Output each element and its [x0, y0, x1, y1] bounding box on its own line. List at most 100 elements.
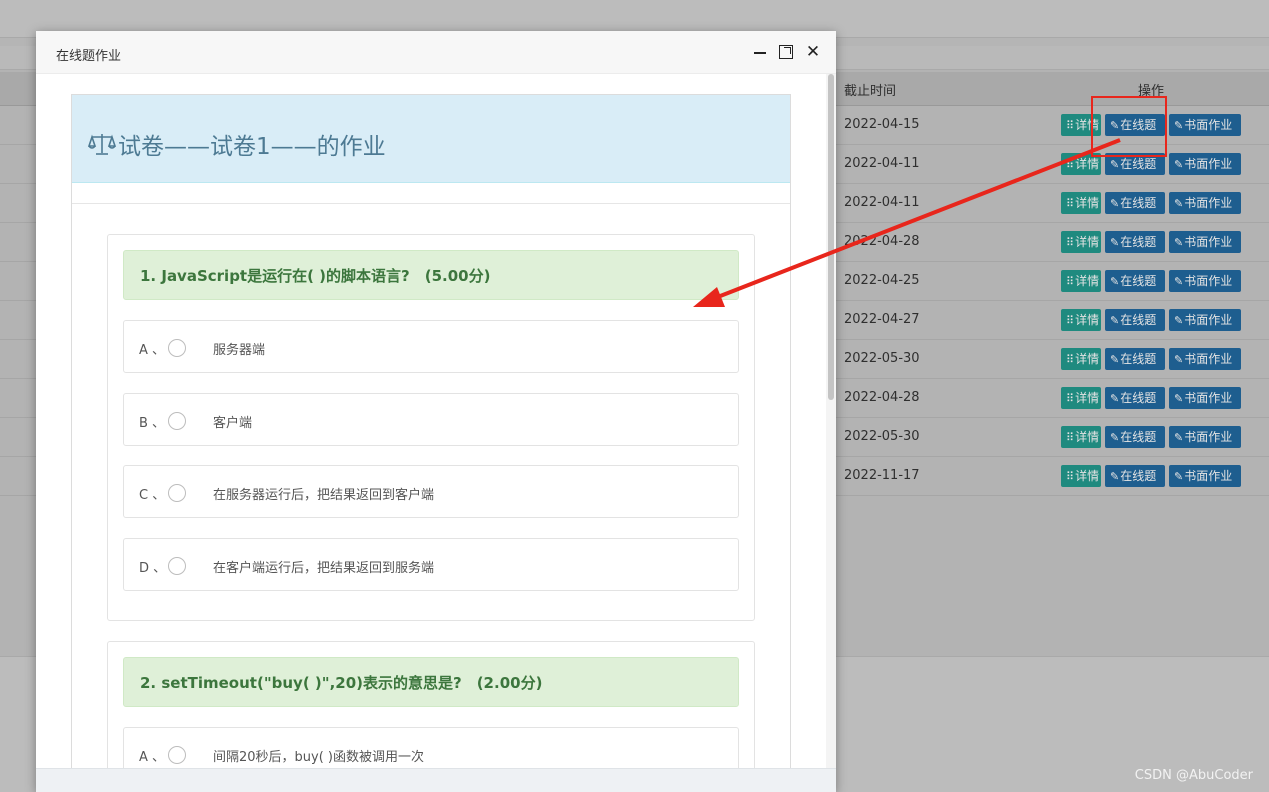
- online-questions-button[interactable]: ✎在线题: [1105, 387, 1165, 409]
- deadline-cell: 2022-04-11: [844, 156, 920, 171]
- option-radio[interactable]: [168, 412, 186, 430]
- written-homework-button[interactable]: ✎书面作业: [1169, 192, 1241, 214]
- option-c[interactable]: C 、 在服务器运行后，把结果返回到客户端: [123, 465, 739, 518]
- button-label: 书面作业: [1184, 157, 1233, 171]
- deadline-cell: 2022-04-28: [844, 390, 920, 405]
- deadline-cell: 2022-04-25: [844, 273, 920, 288]
- edit-icon: ✎: [1174, 353, 1184, 366]
- online-questions-button[interactable]: ✎在线题: [1105, 309, 1165, 331]
- edit-icon: ✎: [1174, 431, 1184, 444]
- written-homework-button[interactable]: ✎书面作业: [1169, 348, 1241, 370]
- button-label: 书面作业: [1184, 118, 1233, 132]
- written-homework-button[interactable]: ✎书面作业: [1169, 387, 1241, 409]
- option-a[interactable]: A 、 服务器端: [123, 320, 739, 373]
- detail-button[interactable]: ⠿详情: [1061, 348, 1101, 370]
- button-label: 在线题: [1120, 274, 1157, 288]
- edit-icon: ✎: [1110, 197, 1120, 210]
- written-homework-button[interactable]: ✎书面作业: [1169, 270, 1241, 292]
- online-homework-modal: 在线题作业 ✕ 试卷——试卷1——的作业 1. JavaScript是运行在(…: [36, 31, 836, 792]
- written-homework-button[interactable]: ✎书面作业: [1169, 309, 1241, 331]
- option-letter: A 、: [139, 750, 166, 765]
- close-icon[interactable]: ✕: [805, 44, 821, 61]
- question-text: 2. setTimeout("buy( )",20)表示的意思是? (2.00分…: [140, 674, 543, 692]
- modal-scrollbar[interactable]: [826, 74, 836, 768]
- detail-button[interactable]: ⠿详情: [1061, 270, 1101, 292]
- edit-icon: ✎: [1174, 197, 1184, 210]
- modal-footer: [36, 768, 836, 792]
- edit-icon: ✎: [1110, 392, 1120, 405]
- button-label: 详情: [1075, 391, 1100, 405]
- online-questions-button[interactable]: ✎在线题: [1105, 192, 1165, 214]
- written-homework-button[interactable]: ✎书面作业: [1169, 231, 1241, 253]
- detail-icon: ⠿: [1066, 392, 1075, 405]
- detail-icon: ⠿: [1066, 158, 1075, 171]
- option-letter: A 、: [139, 343, 166, 358]
- online-questions-button[interactable]: ✎在线题: [1105, 231, 1165, 253]
- option-text: 客户端: [213, 416, 253, 431]
- button-label: 详情: [1075, 274, 1100, 288]
- detail-button[interactable]: ⠿详情: [1061, 387, 1101, 409]
- minimize-icon[interactable]: [752, 44, 768, 60]
- row-actions: ⠿详情 ✎在线题 ✎书面作业: [1061, 231, 1241, 253]
- edit-icon: ✎: [1110, 431, 1120, 444]
- scrollbar-thumb[interactable]: [828, 74, 834, 400]
- option-letter: B 、: [139, 416, 166, 431]
- button-label: 在线题: [1120, 469, 1157, 483]
- option-radio[interactable]: [168, 746, 186, 764]
- option-text: 服务器端: [213, 343, 266, 358]
- panel-divider: [72, 203, 790, 204]
- detail-icon: ⠿: [1066, 197, 1075, 210]
- option-radio[interactable]: [168, 484, 186, 502]
- option-d[interactable]: D 、 在客户端运行后，把结果返回到服务端: [123, 538, 739, 591]
- exam-panel: 试卷——试卷1——的作业 1. JavaScript是运行在( )的脚本语言? …: [71, 94, 791, 768]
- edit-icon: ✎: [1174, 470, 1184, 483]
- button-label: 详情: [1075, 469, 1100, 483]
- written-homework-button[interactable]: ✎书面作业: [1169, 114, 1241, 136]
- row-actions: ⠿详情 ✎在线题 ✎书面作业: [1061, 270, 1241, 292]
- detail-icon: ⠿: [1066, 236, 1075, 249]
- detail-button[interactable]: ⠿详情: [1061, 309, 1101, 331]
- detail-button[interactable]: ⠿详情: [1061, 426, 1101, 448]
- deadline-cell: 2022-05-30: [844, 351, 920, 366]
- row-actions: ⠿详情 ✎在线题 ✎书面作业: [1061, 192, 1241, 214]
- question-card: 2. setTimeout("buy( )",20)表示的意思是? (2.00分…: [107, 641, 755, 768]
- option-text: 间隔20秒后，buy( )函数被调用一次: [213, 750, 425, 765]
- annotation-highlight-box: [1091, 96, 1167, 157]
- online-questions-button[interactable]: ✎在线题: [1105, 465, 1165, 487]
- written-homework-button[interactable]: ✎书面作业: [1169, 426, 1241, 448]
- edit-icon: ✎: [1110, 236, 1120, 249]
- detail-icon: ⠿: [1066, 431, 1075, 444]
- detail-button[interactable]: ⠿详情: [1061, 192, 1101, 214]
- button-label: 详情: [1075, 313, 1100, 327]
- option-a[interactable]: A 、 间隔20秒后，buy( )函数被调用一次: [123, 727, 739, 768]
- detail-button[interactable]: ⠿详情: [1061, 465, 1101, 487]
- edit-icon: ✎: [1110, 275, 1120, 288]
- watermark: CSDN @AbuCoder: [1134, 768, 1253, 783]
- question-card: 1. JavaScript是运行在( )的脚本语言? (5.00分) A 、 服…: [107, 234, 755, 621]
- option-radio[interactable]: [168, 557, 186, 575]
- option-b[interactable]: B 、 客户端: [123, 393, 739, 446]
- button-label: 书面作业: [1184, 352, 1233, 366]
- edit-icon: ✎: [1110, 158, 1120, 171]
- online-questions-button[interactable]: ✎在线题: [1105, 348, 1165, 370]
- button-label: 在线题: [1120, 313, 1157, 327]
- written-homework-button[interactable]: ✎书面作业: [1169, 465, 1241, 487]
- button-label: 详情: [1075, 430, 1100, 444]
- exam-title-text: 试卷——试卷1——的作业: [118, 134, 386, 160]
- edit-icon: ✎: [1174, 158, 1184, 171]
- online-questions-button[interactable]: ✎在线题: [1105, 426, 1165, 448]
- edit-icon: ✎: [1174, 119, 1184, 132]
- written-homework-button[interactable]: ✎书面作业: [1169, 153, 1241, 175]
- detail-button[interactable]: ⠿详情: [1061, 231, 1101, 253]
- online-questions-button[interactable]: ✎在线题: [1105, 270, 1165, 292]
- option-letter: D 、: [139, 561, 167, 576]
- maximize-icon[interactable]: [779, 45, 793, 59]
- button-label: 详情: [1075, 235, 1100, 249]
- deadline-cell: 2022-04-28: [844, 234, 920, 249]
- option-text: 在服务器运行后，把结果返回到客户端: [213, 488, 435, 503]
- row-actions: ⠿详情 ✎在线题 ✎书面作业: [1061, 465, 1241, 487]
- exam-title: 试卷——试卷1——的作业: [88, 127, 386, 161]
- option-radio[interactable]: [168, 339, 186, 357]
- row-actions: ⠿详情 ✎在线题 ✎书面作业: [1061, 348, 1241, 370]
- edit-icon: ✎: [1110, 470, 1120, 483]
